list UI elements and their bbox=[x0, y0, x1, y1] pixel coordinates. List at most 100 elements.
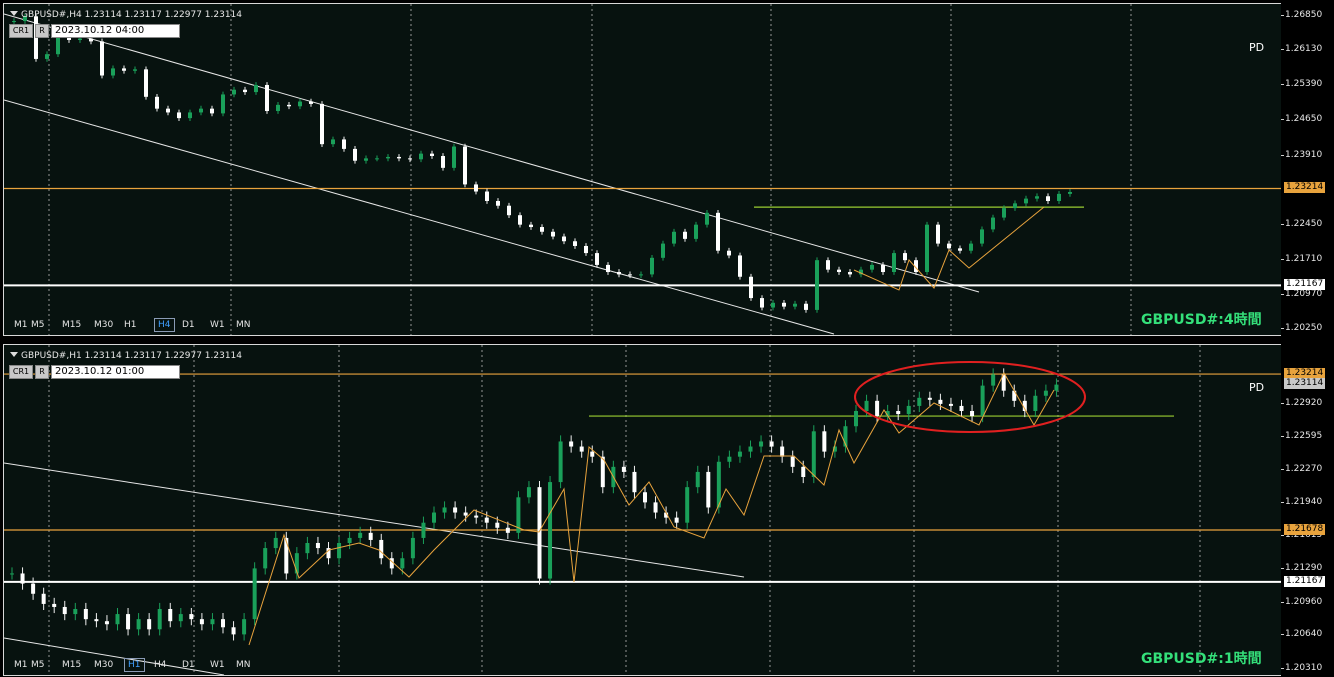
candle-body bbox=[73, 609, 78, 615]
timeframe-d1[interactable]: D1 bbox=[182, 659, 195, 671]
candle-body bbox=[643, 492, 647, 503]
h1-pd-label: PD bbox=[1249, 381, 1265, 394]
y-tick-mark bbox=[1281, 84, 1284, 86]
candle-body bbox=[155, 96, 159, 109]
timeframe-m1[interactable]: M1 bbox=[14, 319, 28, 331]
candle-body bbox=[298, 101, 302, 107]
h1-plot-area[interactable]: GBPUSD#,H1 1.23114 1.23117 1.22977 1.231… bbox=[3, 344, 1282, 676]
candle-body bbox=[727, 250, 731, 256]
y-tick-label: 1.21940 bbox=[1285, 497, 1323, 508]
candle-body bbox=[463, 512, 468, 516]
candle-body bbox=[432, 512, 436, 523]
r-button[interactable]: R bbox=[35, 24, 49, 38]
y-tick-label: 1.26850 bbox=[1285, 10, 1323, 21]
candle-body bbox=[368, 532, 373, 540]
candle-body bbox=[315, 543, 320, 549]
candle-body bbox=[177, 112, 181, 119]
candle-body bbox=[12, 21, 16, 23]
timeframe-m5[interactable]: M5 bbox=[31, 659, 45, 671]
candle-body bbox=[529, 224, 533, 228]
candle-body bbox=[650, 257, 654, 275]
candle-body bbox=[115, 614, 120, 625]
candle-body bbox=[617, 272, 621, 275]
h4-header-text: GBPUSD#,H4 1.23114 1.23117 1.22977 1.231… bbox=[21, 10, 243, 20]
timeframe-w1[interactable]: W1 bbox=[210, 319, 225, 331]
candle-body bbox=[254, 84, 258, 93]
h4-caption: GBPUSD#:4時間 bbox=[1141, 312, 1262, 328]
y-tick-label: 1.23910 bbox=[1285, 149, 1323, 160]
candle-body bbox=[221, 619, 225, 628]
candle-body bbox=[562, 236, 566, 242]
candle-body bbox=[232, 89, 236, 95]
h1-date-box: 2023.10.12 01:00 bbox=[51, 365, 180, 379]
candle-body bbox=[496, 200, 500, 206]
y-tick-label: 1.26130 bbox=[1285, 44, 1323, 55]
timeframe-w1[interactable]: W1 bbox=[210, 659, 225, 671]
timeframe-m15[interactable]: M15 bbox=[62, 319, 81, 331]
candle-body bbox=[685, 487, 690, 523]
timeframe-m30[interactable]: M30 bbox=[94, 659, 113, 671]
candle-body bbox=[826, 260, 830, 270]
candle-body bbox=[1002, 208, 1006, 218]
candle-body bbox=[782, 302, 786, 307]
candle-body bbox=[52, 603, 57, 607]
timeframe-mn[interactable]: MN bbox=[236, 319, 251, 331]
price-level-label: 1.23114 bbox=[1284, 378, 1326, 390]
timeframe-m30[interactable]: M30 bbox=[94, 319, 113, 331]
y-tick-mark bbox=[1281, 49, 1284, 51]
candle-body bbox=[790, 456, 795, 467]
y-tick-mark bbox=[1281, 15, 1284, 17]
candle-body bbox=[452, 146, 456, 168]
candle-body bbox=[881, 264, 885, 273]
candle-body bbox=[358, 532, 363, 538]
candle-body bbox=[672, 231, 676, 244]
candle-body bbox=[242, 619, 247, 635]
h4-pd-label: PD bbox=[1249, 41, 1265, 54]
timeframe-m15[interactable]: M15 bbox=[62, 659, 81, 671]
timeframe-h1[interactable]: H1 bbox=[124, 658, 145, 672]
candle-body bbox=[189, 614, 194, 620]
candle-body bbox=[62, 606, 67, 615]
candle-body bbox=[364, 158, 368, 161]
candle-body bbox=[320, 103, 324, 145]
timeframe-h4[interactable]: H4 bbox=[154, 659, 167, 671]
cr1-button[interactable]: CR1 bbox=[9, 24, 33, 38]
candle-body bbox=[210, 108, 214, 114]
timeframe-m5[interactable]: M5 bbox=[31, 319, 45, 331]
r-button[interactable]: R bbox=[35, 365, 49, 379]
candle-body bbox=[661, 243, 665, 258]
timeframe-d1[interactable]: D1 bbox=[182, 319, 195, 331]
channel-line bbox=[4, 13, 980, 293]
y-tick-mark bbox=[1281, 634, 1284, 636]
candle-body bbox=[375, 158, 379, 160]
candle-body bbox=[780, 446, 785, 457]
candle-body bbox=[157, 609, 162, 630]
dropdown-arrow-icon[interactable] bbox=[10, 11, 18, 16]
timeframe-m1[interactable]: M1 bbox=[14, 659, 28, 671]
candle-body bbox=[386, 156, 390, 159]
candle-body bbox=[569, 441, 574, 447]
h4-plot-area[interactable]: GBPUSD#,H4 1.23114 1.23117 1.22977 1.231… bbox=[3, 3, 1282, 336]
timeframe-h4[interactable]: H4 bbox=[154, 318, 175, 332]
timeframe-mn[interactable]: MN bbox=[236, 659, 251, 671]
candle-body bbox=[309, 101, 313, 104]
candle-body bbox=[716, 212, 720, 251]
y-tick-mark bbox=[1281, 327, 1284, 329]
candle-body bbox=[1054, 384, 1059, 391]
candle-body bbox=[947, 243, 951, 249]
candle-body bbox=[430, 153, 434, 157]
candle-body bbox=[738, 255, 742, 277]
candle-body bbox=[41, 593, 46, 604]
timeframe-h1[interactable]: H1 bbox=[124, 319, 137, 331]
h4-chart-panel: GBPUSD#,H4 1.23114 1.23117 1.22977 1.231… bbox=[0, 0, 1334, 337]
candle-body bbox=[801, 466, 806, 477]
cr1-button[interactable]: CR1 bbox=[9, 365, 33, 379]
dropdown-arrow-icon[interactable] bbox=[10, 352, 18, 357]
candle-body bbox=[674, 517, 679, 523]
y-tick-label: 1.21710 bbox=[1285, 253, 1323, 264]
candle-body bbox=[453, 507, 458, 513]
h4-price-axis: 1.26850 1.26130 1.25390 1.24650 1.23910 1.224… bbox=[1281, 0, 1334, 337]
h4-symbol-header: GBPUSD#,H4 1.23114 1.23117 1.22977 1.231… bbox=[10, 10, 242, 20]
y-tick-label: 1.22270 bbox=[1285, 463, 1323, 474]
candle-body bbox=[78, 38, 82, 40]
